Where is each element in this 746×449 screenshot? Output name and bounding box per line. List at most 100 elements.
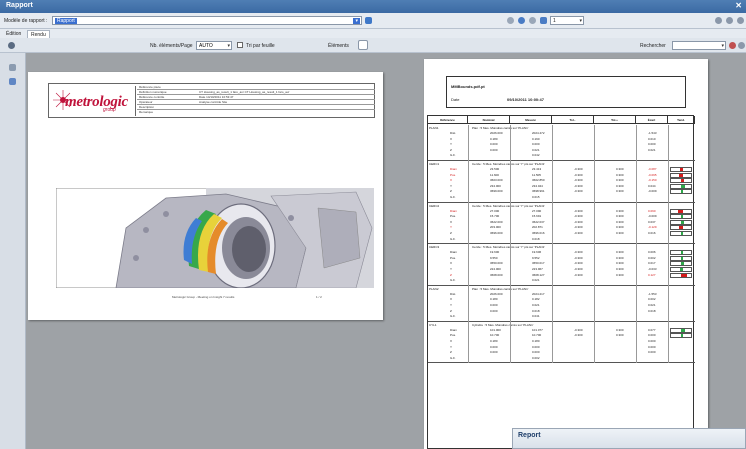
table-cell: 0.000 — [648, 142, 656, 147]
table-cell: 224.000 — [490, 266, 501, 271]
table-cell: 3699.000 — [490, 189, 503, 194]
part-3d-view — [56, 188, 374, 288]
table-cell: 2026.000 — [490, 131, 503, 135]
column-divider — [552, 285, 553, 322]
column-divider — [668, 202, 669, 245]
table-cell: 0.090 — [648, 208, 656, 213]
row-label: X — [450, 338, 453, 343]
row-label: Y — [450, 344, 453, 349]
tolerance-bar-fill — [681, 328, 685, 332]
close-icon[interactable]: ✕ — [735, 1, 742, 10]
table-cell: 0.000 — [490, 142, 498, 147]
search-select[interactable]: ▾ — [672, 41, 726, 50]
row-label: Z — [450, 230, 452, 235]
page-layout-icon[interactable] — [9, 64, 16, 71]
tab-edition[interactable]: Édition — [3, 30, 24, 38]
tolerance-bar — [670, 272, 692, 278]
row-label: G.F. — [450, 278, 456, 283]
row-label: Diam — [450, 167, 458, 171]
report-date-label: Date — [451, 97, 460, 102]
column-divider — [668, 125, 669, 161]
search-prev-icon[interactable] — [729, 42, 736, 49]
chevron-down-icon: ▾ — [579, 18, 582, 24]
tolerance-bar-fill — [679, 226, 683, 230]
column-divider — [636, 202, 637, 245]
folder-icon[interactable] — [365, 17, 372, 24]
tolerance-bar-fill — [681, 262, 684, 266]
column-divider — [636, 321, 637, 364]
row-label: Diam — [450, 327, 458, 332]
row-label: G.F. — [450, 314, 456, 319]
column-divider — [510, 285, 511, 322]
table-cell: 0.180 — [490, 297, 498, 302]
table-cell: 0.000 — [532, 344, 540, 349]
table-cell: -0.300 — [574, 189, 583, 194]
column-divider — [468, 161, 469, 203]
table-cell: 27.000 — [490, 208, 500, 213]
sort-by-sheet-checkbox[interactable] — [237, 42, 243, 48]
column-divider — [510, 202, 511, 245]
chevron-down-icon: ▾ — [353, 18, 360, 24]
table-cell: 0.000 — [648, 350, 656, 355]
row-label: Y — [450, 225, 453, 230]
column-divider — [468, 244, 469, 286]
elements-filter-icon[interactable] — [358, 40, 368, 50]
print-icon[interactable] — [8, 42, 15, 49]
page-number-select[interactable]: 1 ▾ — [550, 16, 584, 25]
table-cell: -0.300 — [574, 172, 583, 177]
column-header: Mesuré — [510, 116, 552, 124]
table-cell: 0.300 — [616, 172, 624, 177]
row-label: G.F. — [450, 355, 456, 360]
search-label: Rechercher — [640, 43, 666, 49]
zoom-in-icon[interactable] — [715, 17, 722, 24]
chevron-down-icon: ▾ — [721, 43, 724, 49]
tolerance-bar — [670, 172, 692, 178]
previous-page-icon[interactable] — [518, 17, 525, 24]
row-label: Diam — [450, 250, 458, 255]
feature-description: Cercle : 5 Mes. Moindres carrés sur 'Y' … — [472, 162, 545, 166]
table-cell: 0.000 — [648, 344, 656, 349]
column-divider — [636, 285, 637, 322]
first-page-icon[interactable] — [507, 17, 514, 24]
tolerance-bar — [670, 189, 692, 195]
thumbnails-icon[interactable] — [9, 78, 16, 85]
column-divider — [510, 244, 511, 286]
table-cell: 0.300 — [616, 189, 624, 194]
metrologic-logo: metrologic group — [51, 86, 136, 116]
feature-name: PLAN2 — [429, 286, 439, 291]
table-cell: 0.127 — [648, 272, 656, 277]
report-popup[interactable]: Report — [512, 428, 746, 449]
tab-rendu[interactable]: Rendu — [27, 30, 50, 38]
next-page-icon[interactable] — [529, 17, 536, 24]
table-cell: -0.300 — [574, 250, 583, 255]
table-cell: 9.550 — [490, 255, 498, 260]
table-cell: 11.600 — [490, 172, 499, 177]
search-next-icon[interactable] — [738, 42, 745, 49]
table-cell: 3622.037 — [532, 219, 545, 224]
table-cell: 11.505 — [532, 172, 541, 177]
column-divider — [552, 125, 553, 161]
table-cell: 0.300 — [616, 255, 624, 260]
zoom-fit-icon[interactable] — [737, 17, 744, 24]
elements-per-page-value: AUTO — [199, 43, 213, 49]
row-label: Pos. — [450, 333, 457, 338]
row-label: Pos. — [450, 214, 457, 219]
feature-name: CERC3 — [429, 245, 440, 250]
row-label: Z — [450, 350, 452, 355]
column-header: Tol.+ — [594, 116, 636, 124]
table-cell: 10.700 — [532, 333, 542, 338]
last-page-icon[interactable] — [540, 17, 547, 24]
table-cell: 3668.000 — [490, 272, 503, 277]
elements-per-page-select[interactable]: AUTO ▾ — [196, 41, 232, 50]
table-cell: 3603.000 — [490, 178, 503, 183]
report-model-select[interactable]: Rapport ▾ — [52, 16, 362, 25]
table-cell: 0.021 — [648, 302, 656, 307]
table-cell: 3696.000 — [490, 230, 503, 235]
header-meta: Référence pièce Définition numérique CT H… — [137, 84, 375, 118]
zoom-out-icon[interactable] — [726, 17, 733, 24]
table-cell: -0.300 — [574, 225, 583, 230]
table-cell: 101.077 — [532, 327, 543, 332]
report-date: 09/10/2011 10:00:47 — [507, 97, 544, 102]
column-divider — [468, 321, 469, 364]
table-cell: 0.018 — [648, 308, 656, 313]
